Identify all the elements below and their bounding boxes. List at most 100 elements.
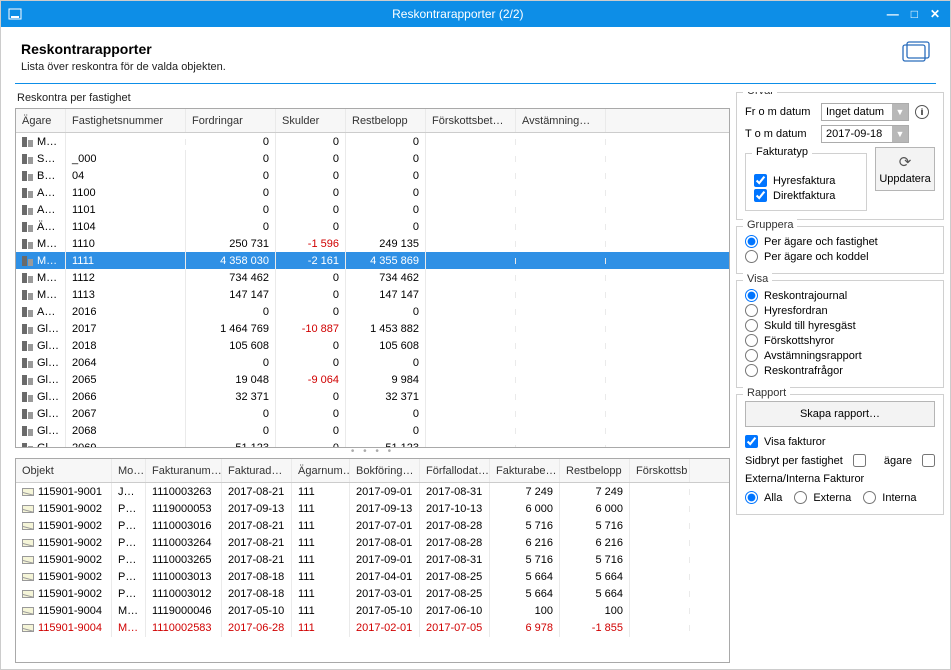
direktfaktura-checkbox[interactable] bbox=[754, 189, 767, 202]
table-row[interactable]: Gla…206519 048-9 0649 984 bbox=[16, 371, 729, 388]
sidbryt-fastighet-checkbox[interactable] bbox=[853, 454, 866, 467]
building-icon bbox=[22, 324, 34, 334]
gruppera-fastighet-radio[interactable] bbox=[745, 235, 758, 248]
visa-forskott-radio[interactable] bbox=[745, 334, 758, 347]
refresh-icon: ⟳ bbox=[899, 153, 912, 171]
grid2-header-cell[interactable]: Restbelopp bbox=[560, 459, 630, 482]
grid2-header-cell[interactable]: Förskottsb bbox=[630, 459, 690, 482]
gruppera-legend: Gruppera bbox=[743, 219, 797, 231]
visa-avstamning-radio[interactable] bbox=[745, 349, 758, 362]
visa-hyresfordran-label: Hyresfordran bbox=[764, 305, 828, 317]
faktura-grid-body[interactable]: 115901-9001Jo…11100032632017-08-21111201… bbox=[16, 483, 729, 662]
grid1-header-cell[interactable]: Skulder bbox=[276, 109, 346, 132]
table-row[interactable]: 115901-9004Ma…11190000462017-05-10111201… bbox=[16, 602, 729, 619]
building-icon bbox=[22, 307, 34, 317]
table-row[interactable]: 115901-9002Pe…11100032642017-08-21111201… bbox=[16, 534, 729, 551]
from-date-combo[interactable]: ▼ bbox=[821, 103, 909, 121]
table-row[interactable]: 115901-9002Pe…11100030132017-08-18111201… bbox=[16, 568, 729, 585]
to-date-input[interactable] bbox=[822, 128, 892, 140]
visa-hyresfordran-radio[interactable] bbox=[745, 304, 758, 317]
grid1-header-cell[interactable]: Avstämning… bbox=[516, 109, 606, 132]
dropdown-icon[interactable]: ▼ bbox=[892, 104, 908, 120]
table-row[interactable]: Mar…1110250 731-1 596249 135 bbox=[16, 235, 729, 252]
grid1-header-cell[interactable]: Fordringar bbox=[186, 109, 276, 132]
grid2-header-cell[interactable]: Fakturad… bbox=[222, 459, 292, 482]
table-row[interactable]: 115901-9002Pe…11100030162017-08-21111201… bbox=[16, 517, 729, 534]
table-row[interactable]: AB 3…2016000 bbox=[16, 303, 729, 320]
building-icon bbox=[22, 341, 34, 351]
visa-fakturor-checkbox[interactable] bbox=[745, 435, 758, 448]
visa-journal-label: Reskontrajournal bbox=[764, 290, 847, 302]
minimize-button[interactable]: — bbox=[887, 7, 899, 21]
grid2-header-cell[interactable]: Bokföring… bbox=[350, 459, 420, 482]
building-icon bbox=[22, 256, 34, 266]
table-row[interactable]: Mar…1113147 1470147 147 bbox=[16, 286, 729, 303]
table-row[interactable]: 115901-9002Pe…11100030122017-08-18111201… bbox=[16, 585, 729, 602]
visa-journal-radio[interactable] bbox=[745, 289, 758, 302]
visa-fragor-radio[interactable] bbox=[745, 364, 758, 377]
faktura-grid-header[interactable]: ObjektMo…Fakturanum…Fakturad…Ägarnum…Bok… bbox=[16, 459, 729, 483]
fastighet-grid-header[interactable]: ÄgareFastighetsnummerFordringarSkulderRe… bbox=[16, 109, 729, 133]
close-button[interactable]: ✕ bbox=[930, 7, 940, 21]
urval-group: Urval Fr o m datum ▼ i T o m datum ▼ bbox=[736, 92, 944, 220]
alla-radio[interactable] bbox=[745, 491, 758, 504]
building-icon bbox=[22, 409, 34, 419]
grid2-header-cell[interactable]: Objekt bbox=[16, 459, 112, 482]
table-row[interactable]: Gla…206632 371032 371 bbox=[16, 388, 729, 405]
envelope-icon bbox=[22, 624, 34, 632]
building-icon bbox=[22, 426, 34, 436]
externa-label: Externa bbox=[813, 492, 851, 504]
skapa-rapport-button[interactable]: Skapa rapport… bbox=[745, 401, 935, 427]
grid1-header-cell[interactable]: Restbelopp bbox=[346, 109, 426, 132]
hyresfaktura-checkbox[interactable] bbox=[754, 174, 767, 187]
table-row[interactable]: Ägar…1104000 bbox=[16, 218, 729, 235]
to-date-combo[interactable]: ▼ bbox=[821, 125, 909, 143]
grid2-header-cell[interactable]: Förfallodat… bbox=[420, 459, 490, 482]
grid2-header-cell[interactable]: Mo… bbox=[112, 459, 146, 482]
fastighet-grid-body[interactable]: Mar…000Sör…_000000Bun…04000AB 5…1100000A… bbox=[16, 133, 729, 447]
grid1-header-cell[interactable]: Förskottsbet… bbox=[426, 109, 516, 132]
grid2-header-cell[interactable]: Fakturabe… bbox=[490, 459, 560, 482]
splitter-handle[interactable]: • • • • bbox=[15, 448, 730, 458]
grid2-header-cell[interactable]: Ägarnum… bbox=[292, 459, 350, 482]
info-icon[interactable]: i bbox=[915, 105, 929, 119]
app-icon bbox=[7, 6, 23, 22]
gruppera-koddel-label: Per ägare och koddel bbox=[764, 251, 869, 263]
faktura-grid[interactable]: ObjektMo…Fakturanum…Fakturad…Ägarnum…Bok… bbox=[15, 458, 730, 663]
table-row[interactable]: 115901-9002Pe…11100032652017-08-21111201… bbox=[16, 551, 729, 568]
table-row[interactable]: Bun…04000 bbox=[16, 167, 729, 184]
gruppera-koddel-radio[interactable] bbox=[745, 250, 758, 263]
grid1-header-cell[interactable]: Ägare bbox=[16, 109, 66, 132]
table-row[interactable]: AB 8…1101000 bbox=[16, 201, 729, 218]
table-row[interactable]: AB 5…1100000 bbox=[16, 184, 729, 201]
building-icon bbox=[22, 188, 34, 198]
maximize-button[interactable]: □ bbox=[911, 7, 918, 21]
interna-radio[interactable] bbox=[863, 491, 876, 504]
table-row[interactable]: Gla…2018105 6080105 608 bbox=[16, 337, 729, 354]
sidbryt-agare-checkbox[interactable] bbox=[922, 454, 935, 467]
table-row[interactable]: Gla…2067000 bbox=[16, 405, 729, 422]
rapport-legend: Rapport bbox=[743, 387, 790, 399]
uppdatera-button[interactable]: ⟳ Uppdatera bbox=[875, 147, 935, 191]
grid1-header-cell[interactable]: Fastighetsnummer bbox=[66, 109, 186, 132]
from-date-input[interactable] bbox=[822, 106, 892, 118]
table-row[interactable]: Gla…2068000 bbox=[16, 422, 729, 439]
dropdown-icon[interactable]: ▼ bbox=[892, 126, 908, 142]
table-row[interactable]: Mar…000 bbox=[16, 133, 729, 150]
table-row[interactable]: 115901-9001Jo…11100032632017-08-21111201… bbox=[16, 483, 729, 500]
table-row[interactable]: Gla…2064000 bbox=[16, 354, 729, 371]
envelope-icon bbox=[22, 590, 34, 598]
alla-label: Alla bbox=[764, 492, 782, 504]
externa-radio[interactable] bbox=[794, 491, 807, 504]
table-row[interactable]: Mar…11114 358 030-2 1614 355 869 bbox=[16, 252, 729, 269]
grid2-header-cell[interactable]: Fakturanum… bbox=[146, 459, 222, 482]
fastighet-grid[interactable]: ÄgareFastighetsnummerFordringarSkulderRe… bbox=[15, 108, 730, 448]
visa-skuld-radio[interactable] bbox=[745, 319, 758, 332]
table-row[interactable]: Mar…1112734 4620734 462 bbox=[16, 269, 729, 286]
visa-fragor-label: Reskontrafrågor bbox=[764, 365, 843, 377]
table-row[interactable]: Sör…_000000 bbox=[16, 150, 729, 167]
table-row[interactable]: 115901-9002Pe…11190000532017-09-13111201… bbox=[16, 500, 729, 517]
table-row[interactable]: 115901-9004Ma…11100025832017-06-28111201… bbox=[16, 619, 729, 636]
table-row[interactable]: Gla…20171 464 769-10 8871 453 882 bbox=[16, 320, 729, 337]
hyresfaktura-label: Hyresfaktura bbox=[773, 175, 835, 187]
